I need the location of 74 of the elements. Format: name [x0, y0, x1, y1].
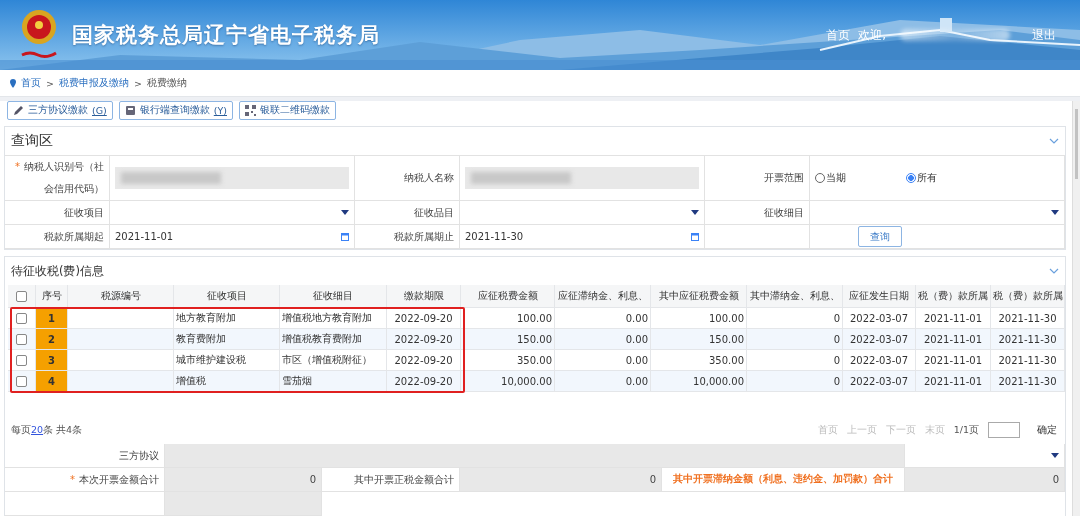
row-number: 4	[36, 371, 68, 392]
panel-title: 查询区	[11, 132, 53, 150]
date-field[interactable]: 2021-11-30	[465, 225, 699, 248]
page-size-text: 每页20条 共4条	[11, 423, 83, 437]
amount-value: 0	[309, 474, 316, 485]
toolbar-button[interactable]: 三方协议缴款 (G)	[7, 101, 113, 120]
table-cell: 增值税	[174, 371, 280, 392]
dropdown-caret-icon[interactable]	[691, 210, 699, 215]
field-label: 征收细目	[764, 205, 804, 220]
page-size-link[interactable]: 20	[31, 423, 44, 435]
table-cell: 10,000.00	[461, 371, 555, 392]
radio-option[interactable]: 当期	[815, 171, 846, 185]
table-cell: 0.00	[555, 371, 651, 392]
toolbar-button[interactable]: 银行端查询缴款 (Y)	[118, 101, 233, 120]
pencil-icon	[13, 105, 24, 116]
breadcrumb-link[interactable]: 税费申报及缴纳	[58, 76, 129, 90]
table-cell: 10,000.00	[651, 371, 747, 392]
confirm-link[interactable]: 确定	[1037, 423, 1057, 437]
field-label: 税款所属期起	[44, 229, 104, 244]
field-label: 其中开票正税金额合计	[354, 472, 454, 487]
table-cell: 雪茄烟	[280, 371, 387, 392]
checkbox[interactable]	[16, 354, 27, 366]
field-label: 开票范围	[764, 171, 804, 185]
row-number: 2	[36, 329, 68, 350]
site-title: 国家税务总局辽宁省电子税务局	[72, 22, 380, 49]
dropdown-caret-icon[interactable]	[1051, 210, 1059, 215]
dropdown-caret-icon[interactable]	[341, 210, 349, 215]
field-label: 纳税人名称	[404, 171, 454, 185]
column-header: 缴款期限	[387, 285, 461, 308]
collapse-chevron-icon[interactable]	[1049, 138, 1059, 144]
field-label: 税款所属期止	[394, 229, 454, 244]
breadcrumb-separator: >	[46, 77, 54, 89]
checkbox[interactable]	[16, 333, 27, 345]
scrollbar[interactable]	[1072, 101, 1080, 516]
qr-code-icon	[245, 105, 256, 116]
search-button[interactable]: 查询	[858, 226, 902, 247]
dropdown-caret-icon[interactable]	[1051, 453, 1059, 458]
page-info: 1/1页	[953, 423, 979, 437]
field-label: 征收项目	[64, 205, 104, 220]
column-header: 税源编号	[68, 285, 174, 308]
table-cell: 2021-11-01	[916, 371, 991, 392]
table-cell: 2021-11-30	[991, 371, 1065, 392]
checkbox[interactable]	[16, 290, 27, 302]
checkbox[interactable]	[16, 375, 27, 387]
column-header: 征收细目	[280, 285, 387, 308]
page-input[interactable]	[988, 422, 1020, 438]
amount-value: 0	[1052, 474, 1059, 485]
column-header: 征收项目	[174, 285, 280, 308]
row-number: 3	[36, 350, 68, 371]
column-header: 序号	[36, 285, 68, 308]
breadcrumb-link[interactable]: 税费缴纳	[146, 76, 187, 90]
card-terminal-icon	[124, 105, 136, 116]
field-label: * 本次开票金额合计	[70, 472, 159, 487]
table-cell: 0	[747, 371, 843, 392]
field-label: * 纳税人识别号（社会信用代码）	[14, 160, 104, 196]
date-field[interactable]: 2021-11-01	[115, 225, 349, 248]
calendar-icon[interactable]	[691, 232, 699, 241]
amount-value: 0	[649, 474, 656, 485]
row-number: 1	[36, 308, 68, 329]
table-cell: 2022-09-20	[387, 371, 461, 392]
table-cell: 2022-03-07	[843, 371, 916, 392]
checkbox[interactable]	[16, 312, 27, 324]
breadcrumb-link[interactable]: 首页	[21, 76, 41, 90]
panel-title: 待征收税(费)信息	[11, 263, 104, 279]
agreement-field[interactable]	[165, 444, 905, 468]
field-label: 三方协议	[119, 448, 159, 463]
collapse-chevron-icon[interactable]	[1049, 268, 1059, 274]
radio-option[interactable]: 所有	[906, 171, 937, 185]
field-label: 其中开票滞纳金额（利息、违约金、加罚款）合计	[673, 473, 893, 486]
toolbar-button[interactable]: 银联二维码缴款	[239, 101, 336, 120]
calendar-icon[interactable]	[341, 232, 349, 241]
field-label: 征收品目	[414, 205, 454, 220]
breadcrumb-separator: >	[133, 77, 142, 89]
location-pin-icon	[10, 78, 16, 88]
